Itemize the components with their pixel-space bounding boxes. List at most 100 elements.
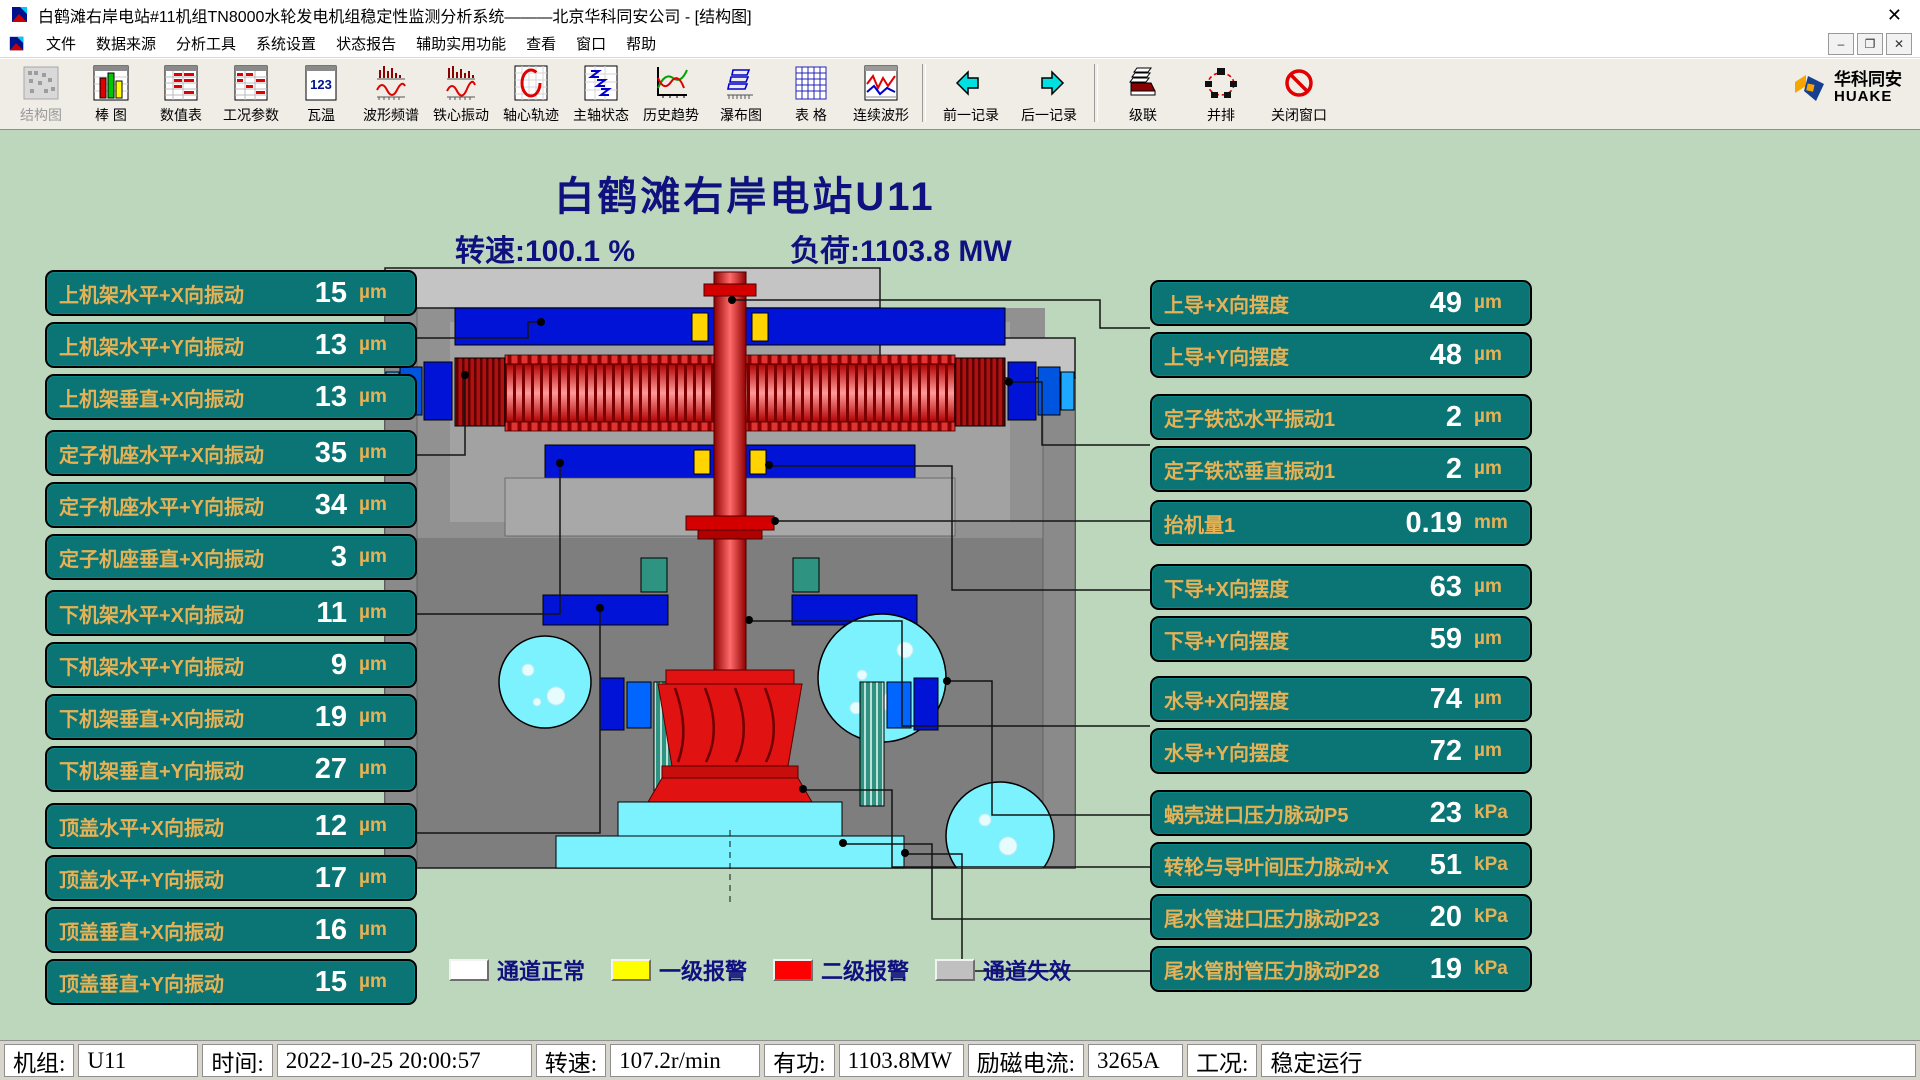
legend-label: 一级报警 [659, 954, 747, 986]
restore-icon[interactable]: ❐ [1857, 33, 1883, 55]
measurement-tile[interactable]: 顶盖水平+X向振动12µm [45, 803, 417, 849]
measurement-value: 74 [1402, 683, 1462, 716]
menu-file[interactable]: 文件 [36, 30, 86, 57]
measurement-tile[interactable]: 定子机座垂直+X向振动3 µm [45, 534, 417, 580]
window-controls: – ❐ ✕ [1828, 33, 1912, 55]
toolbar-next-record[interactable]: 后一记录 [1010, 62, 1088, 126]
measurement-tile[interactable]: 下机架水平+Y向振动9µm [45, 642, 417, 688]
toolbar-label: 瓦温 [307, 105, 335, 125]
measurement-tile[interactable]: 转轮与导叶间压力脉动+X51kPa [1150, 842, 1532, 888]
close-icon[interactable]: ✕ [1886, 33, 1912, 55]
toolbar-waterfall[interactable]: 瀑布图 [706, 62, 776, 126]
minimize-icon[interactable]: – [1828, 33, 1854, 55]
toolbar-bar-graph[interactable]: 棒 图 [76, 62, 146, 126]
pressure-pulsation-group: 蜗壳进口压力脉动P523kPa 转轮与导叶间压力脉动+X51kPa 尾水管进口压… [1150, 790, 1532, 998]
toolbar-continuous-waveform[interactable]: 连续波形 [846, 62, 916, 126]
toolbar-previous-record[interactable]: 前一记录 [932, 62, 1010, 126]
measurement-tile[interactable]: 下机架垂直+X向振动19µm [45, 694, 417, 740]
measurement-value: 11 [287, 597, 347, 630]
toolbar-shaft-status[interactable]: 主轴状态 [566, 62, 636, 126]
table-icon [789, 62, 833, 104]
measurement-value: 35 [287, 437, 347, 470]
measurement-value: 51 [1402, 849, 1462, 882]
measurement-tile[interactable]: 顶盖垂直+Y向振动15µm [45, 959, 417, 1005]
measurement-tile[interactable]: 下机架垂直+Y向振动27µm [45, 746, 417, 792]
menu-help[interactable]: 帮助 [616, 30, 666, 57]
title-bar: 白鹤滩右岸电站#11机组TN8000水轮发电机组稳定性监测分析系统———北京华科… [0, 0, 1920, 30]
measurement-label: 水导+X向摆度 [1164, 685, 1402, 714]
upper-guide-group: 上导+X向摆度49µm 上导+Y向摆度48 µm [1150, 280, 1532, 384]
measurement-value: 9 [287, 649, 347, 682]
toolbar-table[interactable]: 表 格 [776, 62, 846, 126]
measurement-tile[interactable]: 上机架垂直+X向振动13µm [45, 374, 417, 420]
measurement-label: 定子机座垂直+X向振动 [59, 543, 287, 572]
toolbar-label: 级联 [1129, 105, 1157, 125]
measurement-label: 下机架垂直+X向振动 [59, 703, 287, 732]
toolbar-shaft-orbit[interactable]: 轴心轨迹 [496, 62, 566, 126]
toolbar-close-window[interactable]: 关闭窗口 [1260, 62, 1338, 126]
menu-window[interactable]: 窗口 [566, 30, 616, 57]
toolbar-separator [1094, 64, 1098, 122]
toolbar-waveform-spectrum[interactable]: 波形频谱 [356, 62, 426, 126]
measurement-unit: µm [359, 494, 403, 516]
measurement-tile[interactable]: 水导+X向摆度74µm [1150, 676, 1532, 722]
structure-view-icon [19, 62, 63, 104]
measurement-label: 蜗壳进口压力脉动P5 [1164, 799, 1402, 828]
menu-aux-functions[interactable]: 辅助实用功能 [406, 30, 516, 57]
toolbar-condition-params[interactable]: 工况参数 [216, 62, 286, 126]
toolbar-history-trend[interactable]: 历史趋势 [636, 62, 706, 126]
measurement-tile[interactable]: 定子铁芯垂直振动12µm [1150, 446, 1532, 492]
toolbar-label: 数值表 [160, 105, 202, 125]
measurement-value: 63 [1402, 571, 1462, 604]
measurement-unit: µm [359, 546, 403, 568]
menu-analysis-tools[interactable]: 分析工具 [166, 30, 246, 57]
channel-status-legend: 通道正常 一级报警 二级报警 通道失效 [430, 954, 1090, 986]
toolbar: 结构图 棒 图 数值表 工况参数 123 瓦温 波形频谱 铁心振动 轴心轨迹 [0, 58, 1920, 130]
measurement-tile[interactable]: 顶盖垂直+X向振动16µm [45, 907, 417, 953]
measurement-tile[interactable]: 蜗壳进口压力脉动P523kPa [1150, 790, 1532, 836]
measurement-tile[interactable]: 尾水管进口压力脉动P2320kPa [1150, 894, 1532, 940]
toolbar-cascade[interactable]: 级联 [1104, 62, 1182, 126]
measurement-tile[interactable]: 顶盖水平+Y向振动17µm [45, 855, 417, 901]
measurement-tile[interactable]: 上机架水平+X向振动15µm [45, 270, 417, 316]
toolbar-numeric-table[interactable]: 数值表 [146, 62, 216, 126]
toolbar-tile-windows[interactable]: 并排 [1182, 62, 1260, 126]
measurement-value: 48 [1402, 339, 1462, 372]
menu-data-source[interactable]: 数据来源 [86, 30, 166, 57]
toolbar-separator [922, 64, 926, 122]
measurement-tile[interactable]: 上机架水平+Y向振动13µm [45, 322, 417, 368]
legend-level1-swatch [611, 959, 651, 981]
toolbar-label: 后一记录 [1021, 105, 1077, 125]
toolbar-label: 历史趋势 [643, 105, 699, 125]
measurement-tile[interactable]: 下导+Y向摆度59µm [1150, 616, 1532, 662]
measurement-tile[interactable]: 尾水管肘管压力脉动P2819kPa [1150, 946, 1532, 992]
menu-system-settings[interactable]: 系统设置 [246, 30, 326, 57]
measurement-tile[interactable]: 下机架水平+X向振动11µm [45, 590, 417, 636]
measurement-label: 上导+Y向摆度 [1164, 341, 1402, 370]
menu-status-report[interactable]: 状态报告 [326, 30, 406, 57]
measurement-value: 17 [287, 862, 347, 895]
close-icon[interactable]: ✕ [1879, 5, 1910, 26]
measurement-label: 定子机座水平+X向振动 [59, 439, 287, 468]
measurement-tile[interactable]: 水导+Y向摆度72µm [1150, 728, 1532, 774]
toolbar-core-vibration[interactable]: 铁心振动 [426, 62, 496, 126]
measurement-value: 3 [287, 541, 347, 574]
measurement-unit: µm [359, 919, 403, 941]
measurement-tile[interactable]: 定子机座水平+X向振动35µm [45, 430, 417, 476]
measurement-unit: mm [1474, 512, 1518, 534]
toolbar-label: 瀑布图 [720, 105, 762, 125]
measurement-tile[interactable]: 抬机量10.19mm [1150, 500, 1532, 546]
measurement-unit: µm [1474, 292, 1518, 314]
toolbar-pad-temperature[interactable]: 123 瓦温 [286, 62, 356, 126]
status-time-label: 时间: [202, 1044, 272, 1077]
measurement-value: 0.19 [1402, 507, 1462, 540]
measurement-tile[interactable]: 下导+X向摆度63µm [1150, 564, 1532, 610]
measurement-tile[interactable]: 上导+Y向摆度48 µm [1150, 332, 1532, 378]
measurement-tile[interactable]: 上导+X向摆度49µm [1150, 280, 1532, 326]
measurement-value: 15 [287, 966, 347, 999]
measurement-unit: µm [1474, 344, 1518, 366]
measurement-tile[interactable]: 定子机座水平+Y向振动34µm [45, 482, 417, 528]
measurement-tile[interactable]: 定子铁芯水平振动12µm [1150, 394, 1532, 440]
measurement-unit: µm [359, 602, 403, 624]
menu-view[interactable]: 查看 [516, 30, 566, 57]
